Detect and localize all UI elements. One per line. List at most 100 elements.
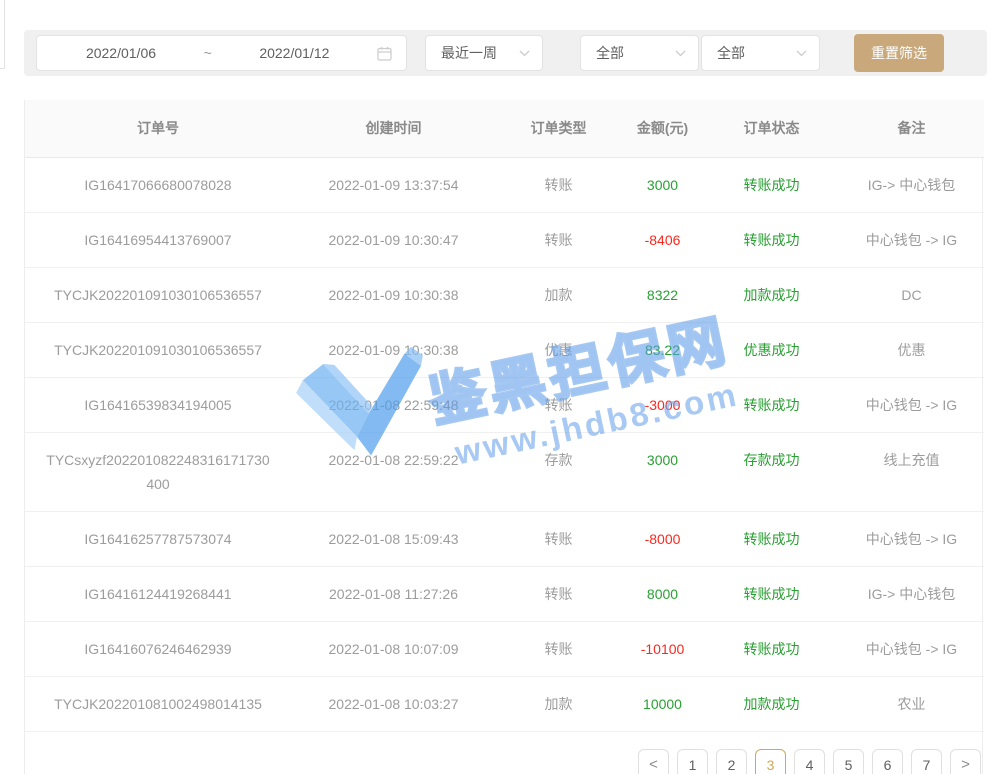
order-type-cell: 转账	[496, 566, 621, 621]
order-type-cell: 加款	[496, 676, 621, 731]
created-at-cell: 2022-01-08 10:03:27	[291, 676, 496, 731]
order-no-cell: IG16416076246462939	[25, 621, 291, 676]
order-status-cell: 存款成功	[704, 432, 839, 511]
order-status-select[interactable]: 全部	[701, 35, 820, 71]
filter-bar: 2022/01/06 ~ 2022/01/12 最近一周 全部	[24, 30, 987, 76]
order-status-cell: 转账成功	[704, 377, 839, 432]
pagination: <1234567 >	[25, 749, 981, 774]
amount-cell: -10100	[621, 621, 704, 676]
order-status-cell: 转账成功	[704, 621, 839, 676]
orders-table: 订单号创建时间订单类型金额(元)订单状态备注 IG164170666800780…	[25, 100, 984, 732]
amount-cell: 3000	[621, 432, 704, 511]
remark-cell: 中心钱包 -> IG	[839, 511, 984, 566]
order-no-cell: IG16417066680078028	[25, 157, 291, 212]
page-button-2[interactable]: 2	[716, 749, 747, 774]
amount-cell: 8322	[621, 267, 704, 322]
created-at-cell: 2022-01-09 10:30:38	[291, 267, 496, 322]
order-status-cell: 优惠成功	[704, 322, 839, 377]
page-prev-button[interactable]: <	[638, 749, 669, 774]
amount-cell: 3000	[621, 157, 704, 212]
order-status-cell: 转账成功	[704, 511, 839, 566]
page-button-3[interactable]: 3	[755, 749, 786, 774]
created-at-cell: 2022-01-09 13:37:54	[291, 157, 496, 212]
remark-cell: IG-> 中心钱包	[839, 157, 984, 212]
orders-table-card: 订单号创建时间订单类型金额(元)订单状态备注 IG164170666800780…	[24, 100, 983, 774]
remark-cell: 农业	[839, 676, 984, 731]
order-no-cell: IG16416539834194005	[25, 377, 291, 432]
order-type-select[interactable]: 全部	[580, 35, 699, 71]
order-type-cell: 优惠	[496, 322, 621, 377]
table-row: IG164162577875730742022-01-08 15:09:43转账…	[25, 511, 984, 566]
remark-cell: 线上充值	[839, 432, 984, 511]
remark-cell: 中心钱包 -> IG	[839, 212, 984, 267]
column-header-1: 订单号	[25, 100, 291, 157]
table-row: IG164169544137690072022-01-09 10:30:47转账…	[25, 212, 984, 267]
column-header-4: 金额(元)	[621, 100, 704, 157]
column-header-2: 创建时间	[291, 100, 496, 157]
remark-cell: 中心钱包 -> IG	[839, 377, 984, 432]
order-type-value: 全部	[596, 43, 624, 63]
order-no-cell: IG16416257787573074	[25, 511, 291, 566]
column-header-5: 订单状态	[704, 100, 839, 157]
table-row: TYCsxyzf2022010822483161717304002022-01-…	[25, 432, 984, 511]
table-row: IG164170666800780282022-01-09 13:37:54转账…	[25, 157, 984, 212]
calendar-icon	[377, 46, 392, 61]
order-status-cell: 转账成功	[704, 157, 839, 212]
page-button-7[interactable]: 7	[911, 749, 942, 774]
page-button-4[interactable]: 4	[794, 749, 825, 774]
order-status-value: 全部	[717, 43, 745, 63]
table-row: IG164165398341940052022-01-08 22:59:48转账…	[25, 377, 984, 432]
created-at-cell: 2022-01-08 22:59:22	[291, 432, 496, 511]
order-status-cell: 转账成功	[704, 566, 839, 621]
left-edge-panel-corner	[0, 0, 5, 69]
created-at-cell: 2022-01-08 22:59:48	[291, 377, 496, 432]
order-type-cell: 转账	[496, 212, 621, 267]
date-separator: ~	[204, 45, 212, 61]
table-row: TYCJK2022010910301065365572022-01-09 10:…	[25, 267, 984, 322]
order-no-cell: IG16416124419268441	[25, 566, 291, 621]
amount-cell: -8406	[621, 212, 704, 267]
order-type-cell: 转账	[496, 377, 621, 432]
date-preset-value: 最近一周	[441, 43, 497, 63]
column-header-6: 备注	[839, 100, 984, 157]
table-header-row: 订单号创建时间订单类型金额(元)订单状态备注	[25, 100, 984, 157]
amount-cell: 8000	[621, 566, 704, 621]
date-end-value[interactable]: 2022/01/12	[224, 45, 364, 61]
chevron-down-icon	[796, 44, 807, 62]
reset-filter-button[interactable]: 重置筛选	[854, 34, 944, 72]
amount-cell: -8000	[621, 511, 704, 566]
created-at-cell: 2022-01-08 11:27:26	[291, 566, 496, 621]
remark-cell: 优惠	[839, 322, 984, 377]
created-at-cell: 2022-01-09 10:30:38	[291, 322, 496, 377]
order-type-cell: 转账	[496, 511, 621, 566]
order-no-cell: TYCJK202201091030106536557	[25, 322, 291, 377]
order-type-cell: 加款	[496, 267, 621, 322]
created-at-cell: 2022-01-08 15:09:43	[291, 511, 496, 566]
table-row: IG164160762464629392022-01-08 10:07:09转账…	[25, 621, 984, 676]
column-header-3: 订单类型	[496, 100, 621, 157]
chevron-down-icon	[519, 44, 530, 62]
table-row: TYCJK2022010910301065365572022-01-09 10:…	[25, 322, 984, 377]
order-type-cell: 存款	[496, 432, 621, 511]
order-type-cell: 转账	[496, 157, 621, 212]
order-type-cell: 转账	[496, 621, 621, 676]
date-preset-select[interactable]: 最近一周	[425, 35, 543, 71]
remark-cell: 中心钱包 -> IG	[839, 621, 984, 676]
order-no-cell: IG16416954413769007	[25, 212, 291, 267]
remark-cell: IG-> 中心钱包	[839, 566, 984, 621]
page-button-5[interactable]: 5	[833, 749, 864, 774]
table-row: IG164161244192684412022-01-08 11:27:26转账…	[25, 566, 984, 621]
order-status-cell: 加款成功	[704, 267, 839, 322]
page-button-6[interactable]: 6	[872, 749, 903, 774]
table-row: TYCJK2022010810024980141352022-01-08 10:…	[25, 676, 984, 731]
order-list-page: 2022/01/06 ~ 2022/01/12 最近一周 全部	[0, 0, 999, 774]
amount-cell: -3000	[621, 377, 704, 432]
page-button-1[interactable]: 1	[677, 749, 708, 774]
date-range-picker[interactable]: 2022/01/06 ~ 2022/01/12	[36, 35, 407, 71]
order-no-cell: TYCJK202201081002498014135	[25, 676, 291, 731]
order-status-cell: 转账成功	[704, 212, 839, 267]
date-start-value[interactable]: 2022/01/06	[51, 45, 191, 61]
order-no-cell: TYCJK202201091030106536557	[25, 267, 291, 322]
amount-cell: 10000	[621, 676, 704, 731]
page-next-button[interactable]: >	[950, 749, 981, 774]
